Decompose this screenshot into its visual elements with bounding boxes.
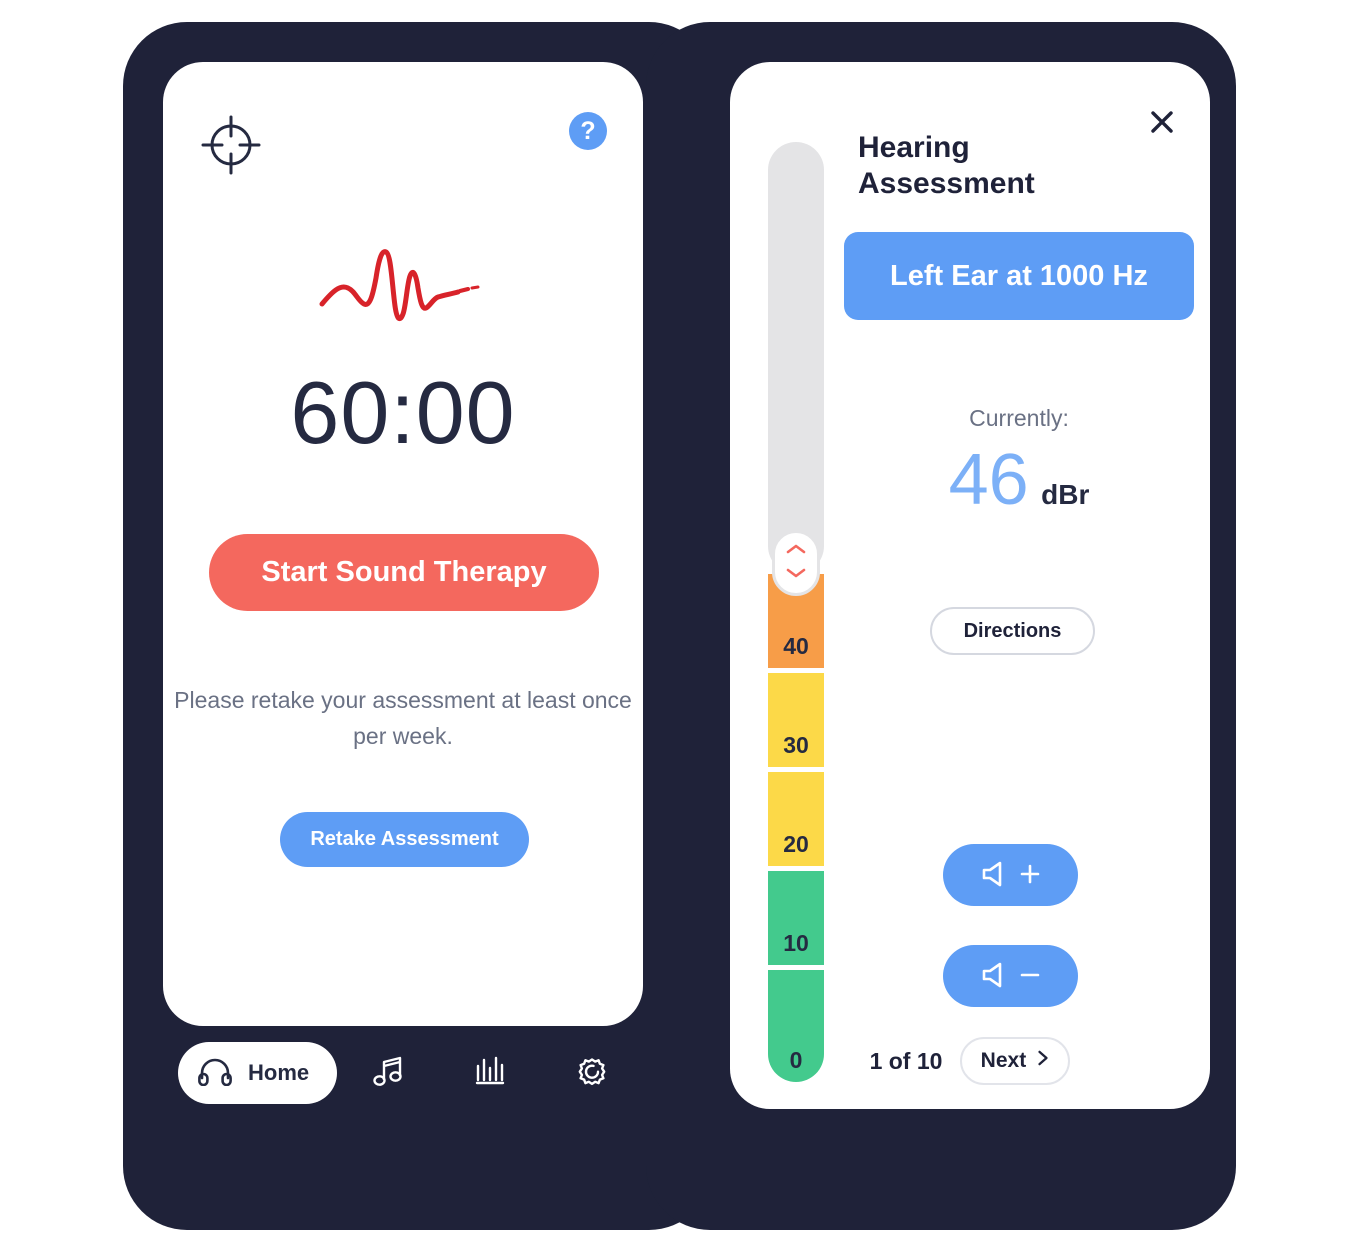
slider-band-label: 20 bbox=[783, 831, 809, 857]
page-title: Hearing Assessment bbox=[858, 131, 1035, 200]
right-phone-screen: Hearing Assessment Left Ear at 1000 Hz C… bbox=[730, 62, 1210, 1109]
waveform-icon bbox=[318, 244, 488, 330]
target-icon[interactable] bbox=[200, 114, 262, 176]
db-level-slider[interactable]: 40 30 20 10 0 bbox=[768, 142, 824, 1082]
slider-band-label: 30 bbox=[783, 732, 809, 758]
next-button-label: Next bbox=[980, 1049, 1027, 1072]
chevron-down-icon[interactable] bbox=[785, 566, 807, 584]
level-readout: 46 dBr bbox=[844, 444, 1194, 516]
sidebar-item-settings[interactable] bbox=[541, 1054, 643, 1093]
music-note-icon bbox=[371, 1054, 405, 1093]
slider-band[interactable]: 20 bbox=[768, 772, 824, 866]
level-unit: dBr bbox=[1041, 479, 1090, 510]
slider-band[interactable]: 0 bbox=[768, 970, 824, 1082]
gear-icon bbox=[575, 1054, 609, 1093]
page-indicator: 1 of 10 bbox=[869, 1047, 943, 1074]
help-icon: ? bbox=[580, 116, 596, 145]
sidebar-item-stats[interactable] bbox=[439, 1054, 541, 1093]
bar-chart-icon bbox=[473, 1054, 507, 1093]
slider-track-empty bbox=[768, 142, 824, 574]
sidebar-item-label: Home bbox=[248, 1060, 310, 1085]
slider-band-label: 0 bbox=[789, 1047, 803, 1073]
chevron-right-icon bbox=[1036, 1049, 1050, 1073]
volume-down-button[interactable] bbox=[943, 945, 1078, 1007]
slider-band[interactable]: 30 bbox=[768, 673, 824, 767]
next-button[interactable]: Next bbox=[960, 1037, 1071, 1085]
left-phone-screen: ? 60:00 Start Sound Therapy Please retak… bbox=[163, 62, 643, 1026]
slider-thumb[interactable] bbox=[772, 530, 820, 596]
retake-assessment-button[interactable]: Retake Assessment bbox=[280, 812, 529, 867]
timer-display: 60:00 bbox=[290, 363, 516, 462]
bottom-nav: Home bbox=[163, 1038, 643, 1108]
slider-band-label: 10 bbox=[783, 930, 809, 956]
minus-icon bbox=[1018, 963, 1042, 990]
speaker-icon bbox=[980, 960, 1014, 993]
ear-frequency-banner: Left Ear at 1000 Hz bbox=[844, 232, 1194, 320]
headphones-icon bbox=[198, 1056, 232, 1091]
directions-button[interactable]: Directions bbox=[930, 607, 1095, 655]
slider-band-label: 40 bbox=[783, 633, 809, 659]
slider-band[interactable]: 10 bbox=[768, 871, 824, 965]
chevron-up-icon[interactable] bbox=[785, 542, 807, 560]
sidebar-item-home[interactable]: Home bbox=[178, 1042, 338, 1104]
plus-icon bbox=[1018, 862, 1042, 889]
level-value: 46 bbox=[948, 440, 1029, 520]
close-button[interactable] bbox=[1142, 104, 1182, 144]
sidebar-item-music[interactable] bbox=[337, 1054, 439, 1093]
volume-up-button[interactable] bbox=[943, 844, 1078, 906]
start-sound-therapy-button[interactable]: Start Sound Therapy bbox=[209, 534, 599, 611]
close-icon bbox=[1147, 107, 1177, 142]
retake-note: Please retake your assessment at least o… bbox=[174, 687, 632, 749]
currently-label: Currently: bbox=[969, 405, 1069, 431]
help-button[interactable]: ? bbox=[569, 112, 607, 150]
speaker-icon bbox=[980, 859, 1014, 892]
